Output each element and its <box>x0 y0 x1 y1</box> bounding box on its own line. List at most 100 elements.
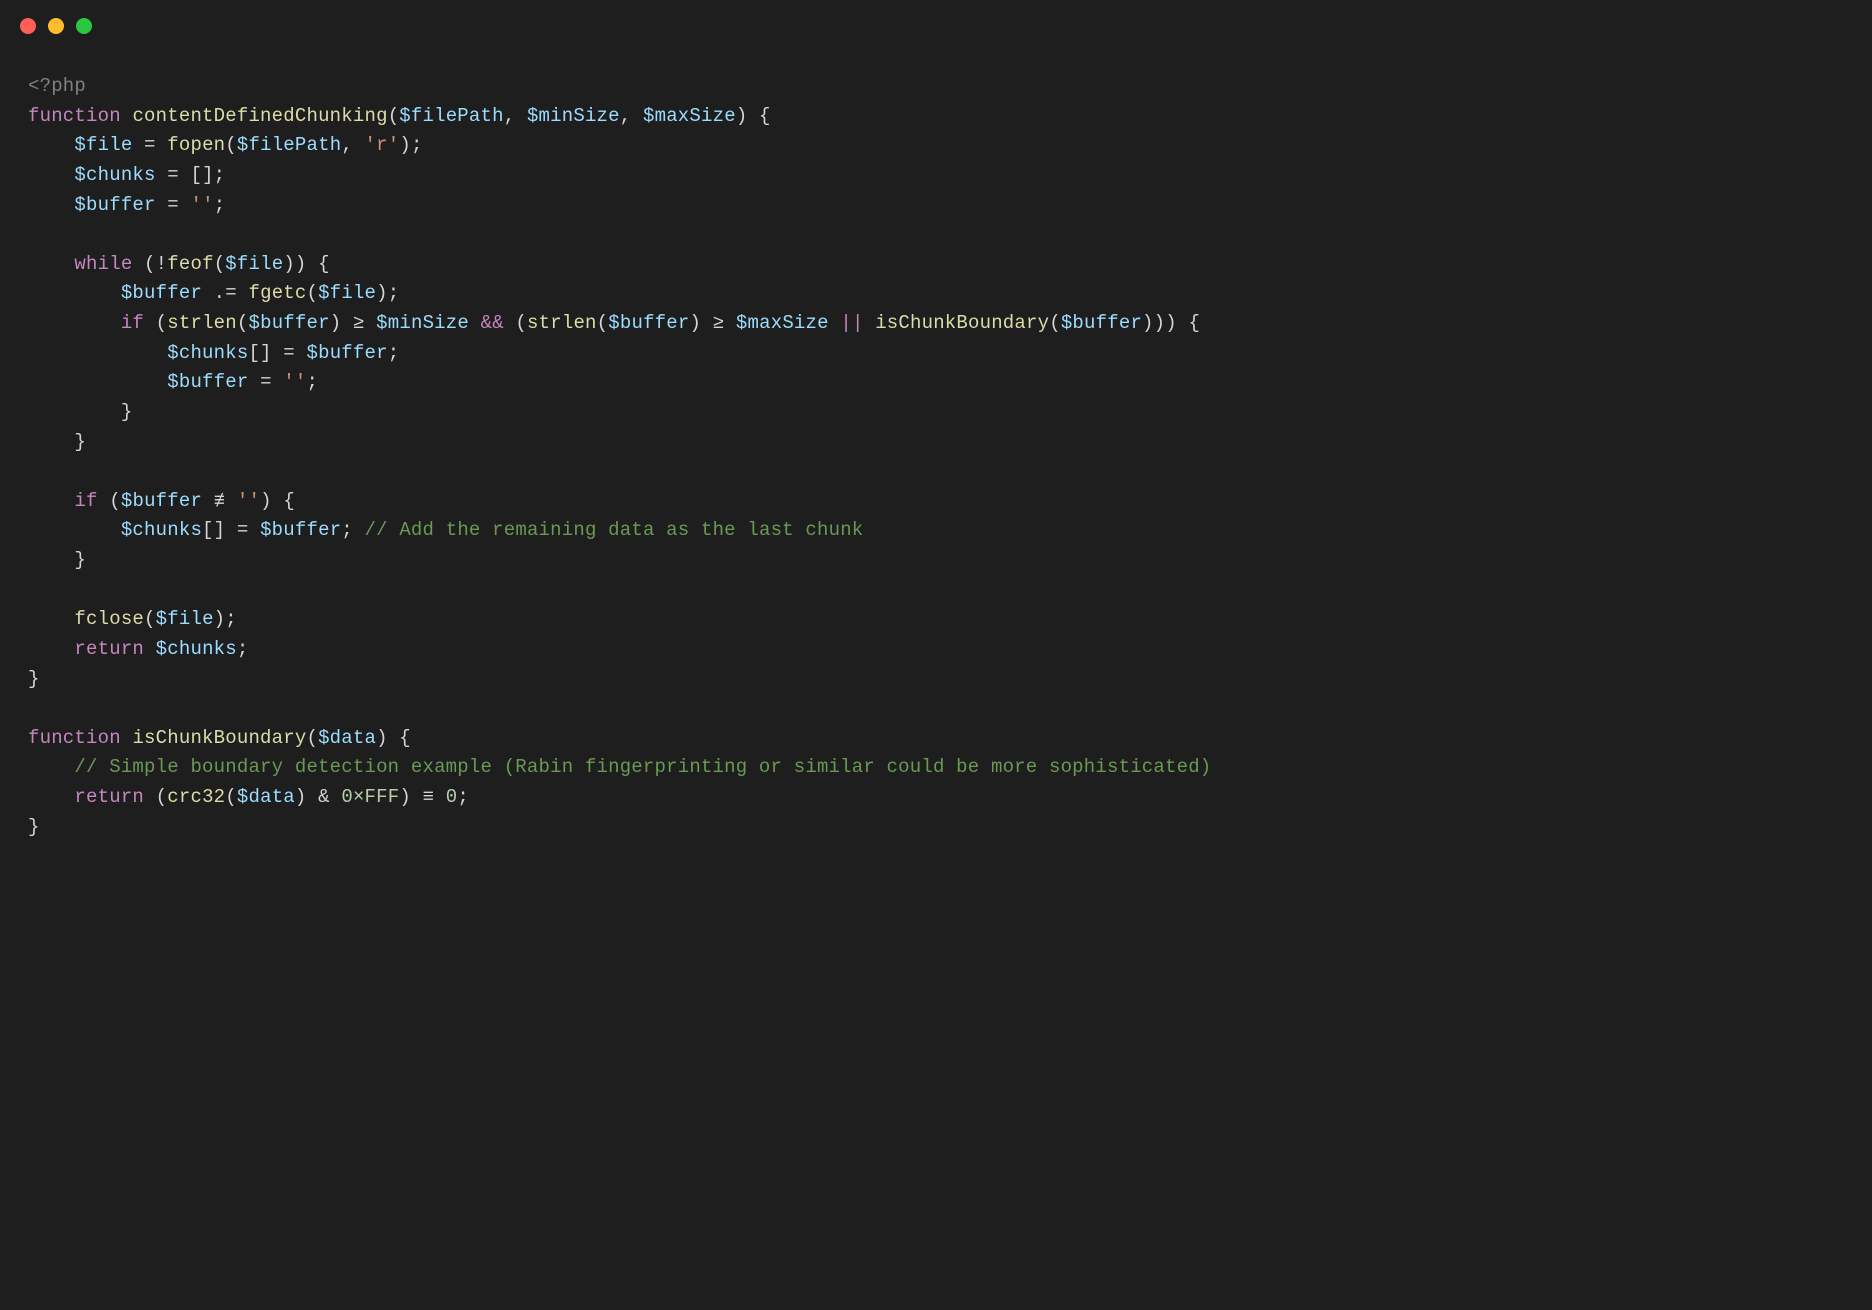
code-token: ; <box>214 194 226 216</box>
code-token: ( <box>307 282 319 304</box>
code-token: ); <box>214 608 237 630</box>
code-line: } <box>28 665 1844 695</box>
code-token <box>28 608 74 630</box>
code-token: function <box>28 727 121 749</box>
code-token <box>144 312 156 334</box>
code-token: ( <box>388 105 400 127</box>
code-token: ) { <box>736 105 771 127</box>
code-token <box>28 786 74 808</box>
close-button[interactable] <box>20 18 36 34</box>
code-token: $file <box>318 282 376 304</box>
code-token: $minSize <box>376 312 469 334</box>
code-token: while <box>74 253 132 275</box>
code-token <box>28 401 121 423</box>
code-token <box>28 253 74 275</box>
code-token: fopen <box>167 134 225 156</box>
code-token: = <box>167 194 179 216</box>
code-token <box>272 371 284 393</box>
code-token: $chunks <box>74 164 155 186</box>
code-token <box>202 490 214 512</box>
minimize-button[interactable] <box>48 18 64 34</box>
code-token: ) <box>689 312 712 334</box>
code-line <box>28 220 1844 250</box>
code-token <box>28 134 74 156</box>
code-token: $buffer <box>260 519 341 541</box>
code-token: ≥ <box>353 312 365 334</box>
code-token <box>144 786 156 808</box>
code-token <box>121 105 133 127</box>
code-token <box>28 282 121 304</box>
code-token: ( <box>144 608 156 630</box>
code-token: []; <box>190 164 225 186</box>
code-token <box>829 312 841 334</box>
code-token: } <box>74 549 86 571</box>
code-token: } <box>74 431 86 453</box>
code-line: $file = fopen($filePath, 'r'); <box>28 131 1844 161</box>
code-token: ) <box>330 312 353 334</box>
code-token: $file <box>156 608 214 630</box>
code-token: ( <box>225 786 237 808</box>
code-token: ; <box>341 519 364 541</box>
code-line: $chunks[] = $buffer; // Add the remainin… <box>28 516 1844 546</box>
code-line: $buffer .= fgetc($file); <box>28 279 1844 309</box>
code-token <box>179 164 191 186</box>
code-token <box>469 312 481 334</box>
code-token <box>179 194 191 216</box>
code-token: <?php <box>28 75 86 97</box>
code-token: ); <box>376 282 399 304</box>
code-token: ) { <box>376 727 411 749</box>
code-token: $data <box>237 786 295 808</box>
code-line: } <box>28 428 1844 458</box>
code-token: ( <box>515 312 527 334</box>
code-token: if <box>74 490 97 512</box>
code-token: $data <box>318 727 376 749</box>
code-token: ) <box>399 786 422 808</box>
code-token: ); <box>399 134 422 156</box>
code-token: $filePath <box>237 134 341 156</box>
code-editor[interactable]: <?phpfunction contentDefinedChunking($fi… <box>0 44 1872 870</box>
code-token: ( <box>225 134 237 156</box>
code-token <box>28 164 74 186</box>
code-line <box>28 694 1844 724</box>
code-token <box>504 312 516 334</box>
code-token: ( <box>109 490 121 512</box>
code-token: ( <box>156 312 168 334</box>
code-token: '' <box>237 490 260 512</box>
code-token <box>225 490 237 512</box>
code-token: strlen <box>167 312 237 334</box>
code-token: ≡ <box>423 786 435 808</box>
code-token: feof <box>167 253 213 275</box>
code-token: ))) { <box>1142 312 1200 334</box>
code-line: function contentDefinedChunking($filePat… <box>28 102 1844 132</box>
code-token: ; <box>307 371 319 393</box>
code-token <box>28 756 74 778</box>
code-token: $maxSize <box>736 312 829 334</box>
code-token: , <box>341 134 364 156</box>
code-token: ) { <box>260 490 295 512</box>
code-token: if <box>121 312 144 334</box>
code-token <box>156 134 168 156</box>
code-token: fclose <box>74 608 144 630</box>
code-token <box>28 549 74 571</box>
code-token <box>237 282 249 304</box>
code-line: if (strlen($buffer) ≥ $minSize && (strle… <box>28 309 1844 339</box>
code-token <box>132 253 144 275</box>
code-token: ( <box>306 727 318 749</box>
code-line: } <box>28 546 1844 576</box>
code-token: function <box>28 105 121 127</box>
code-token: $chunks <box>167 342 248 364</box>
code-token <box>156 194 168 216</box>
code-token: $buffer <box>306 342 387 364</box>
code-token: contentDefinedChunking <box>132 105 387 127</box>
code-token <box>156 164 168 186</box>
code-line: return $chunks; <box>28 635 1844 665</box>
zoom-button[interactable] <box>76 18 92 34</box>
code-line: } <box>28 813 1844 843</box>
code-token: $buffer <box>74 194 155 216</box>
code-token: ; <box>388 342 400 364</box>
code-token: ) <box>295 786 318 808</box>
code-token <box>121 727 133 749</box>
code-token: isChunkBoundary <box>875 312 1049 334</box>
code-token <box>98 490 110 512</box>
code-line <box>28 457 1844 487</box>
